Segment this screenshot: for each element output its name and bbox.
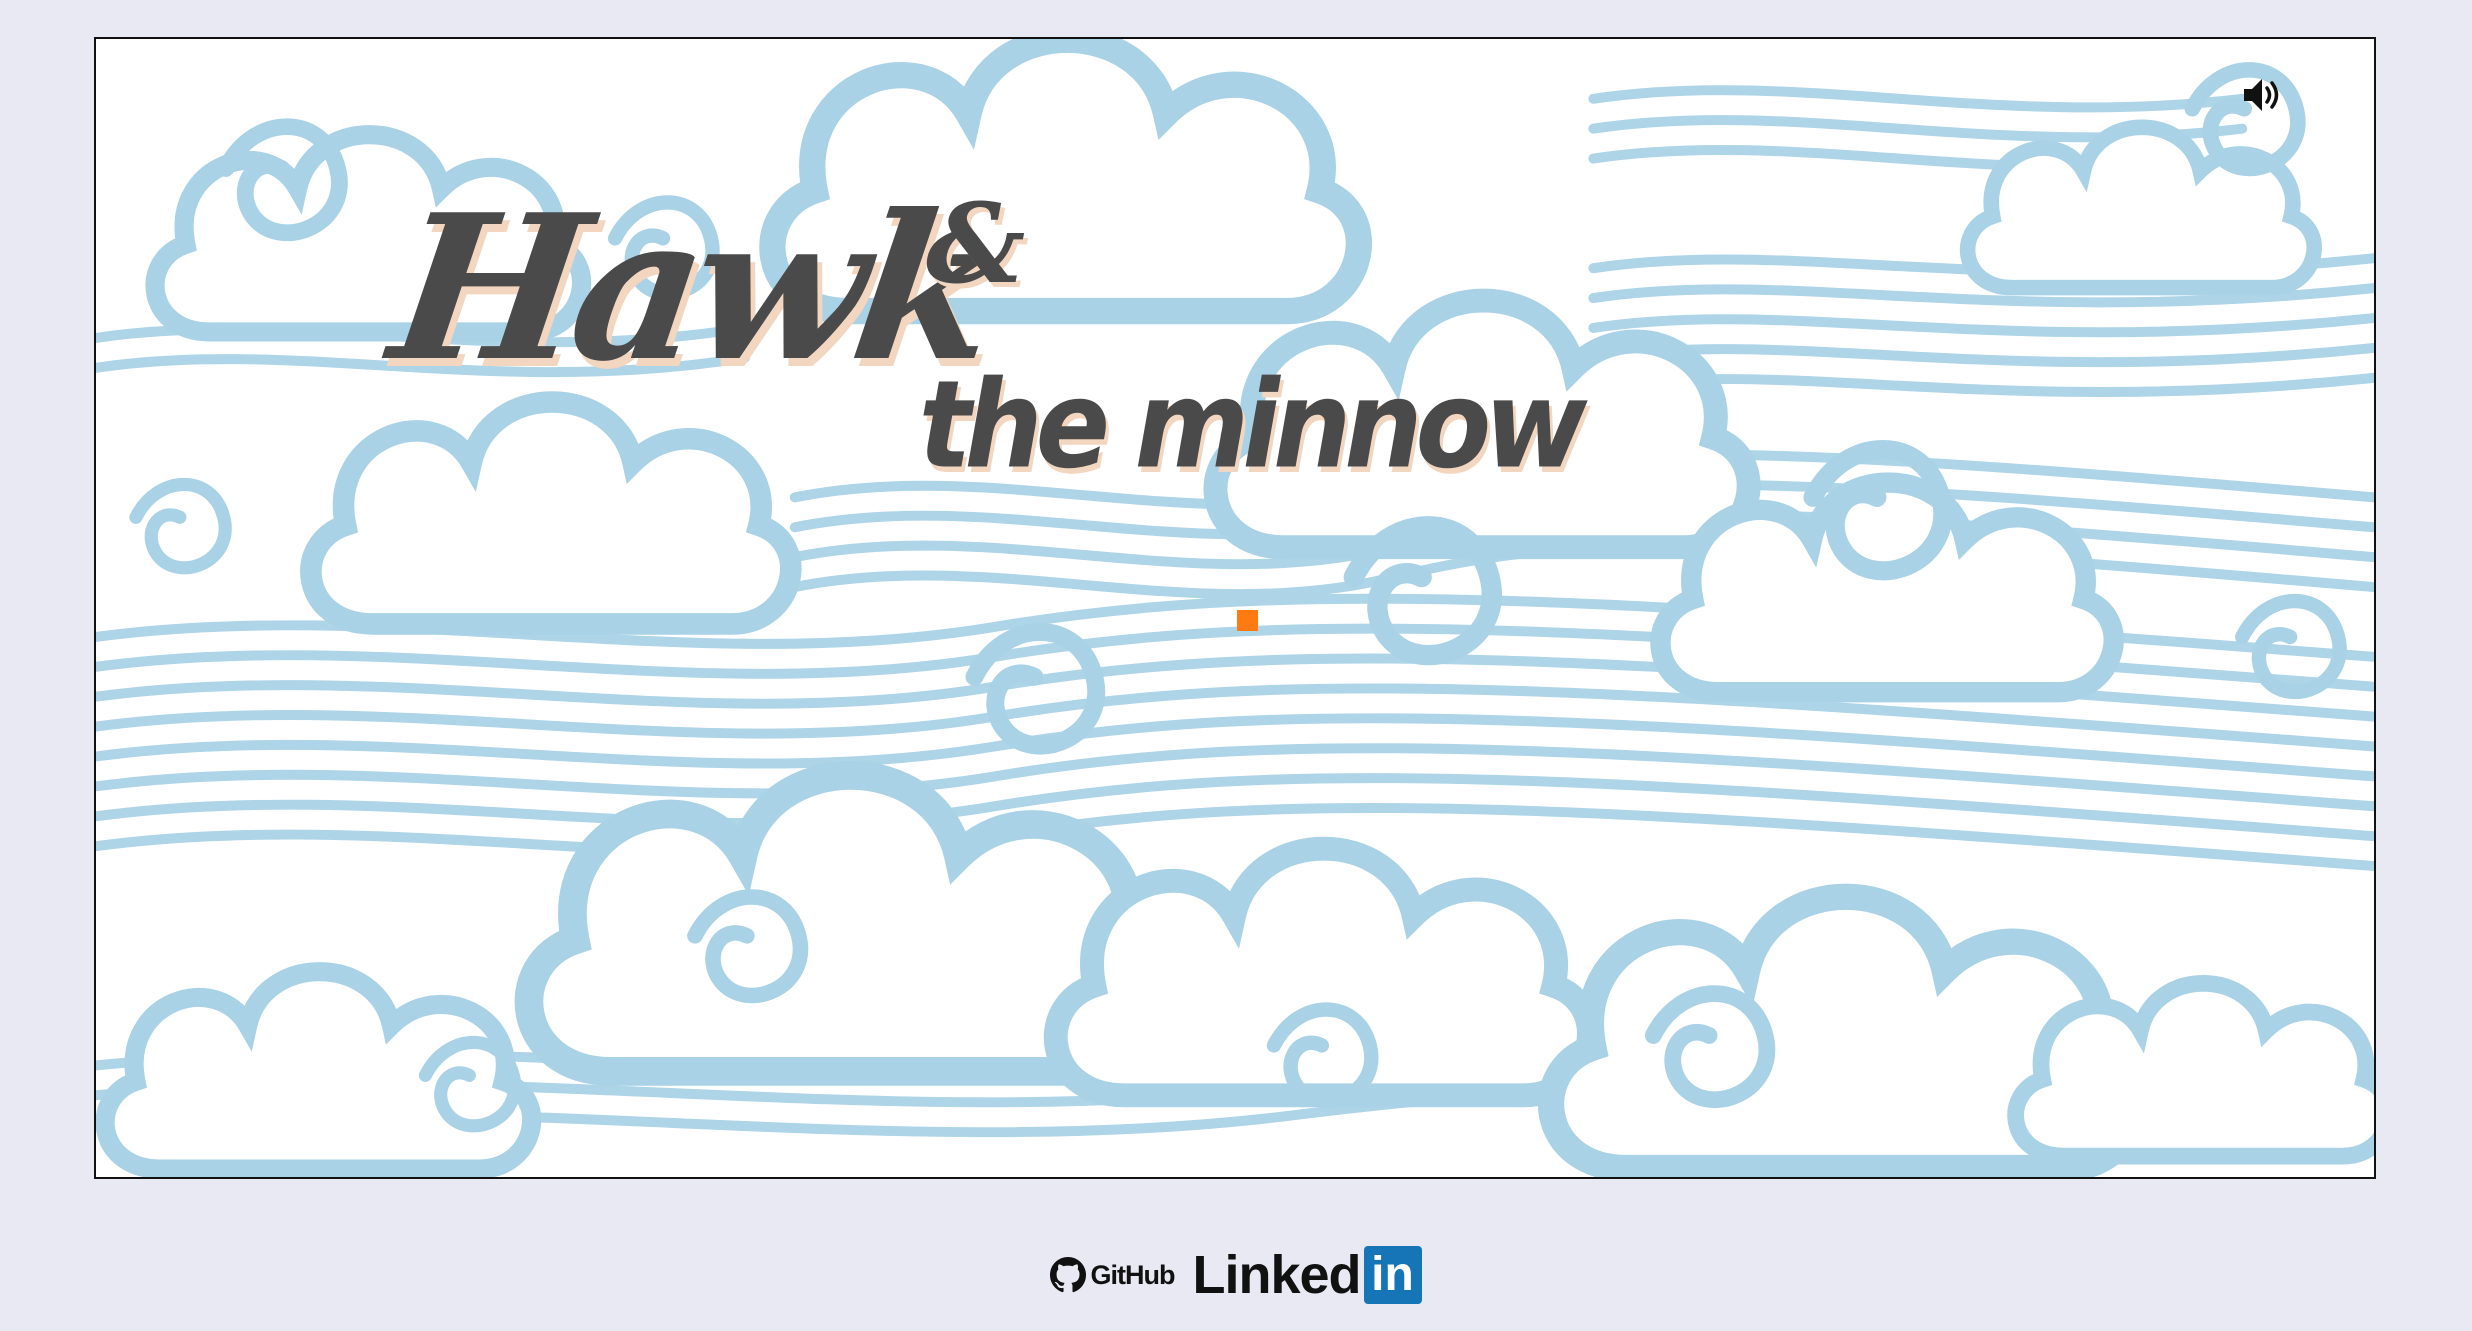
- speaker-icon: [2244, 79, 2279, 111]
- title-ampersand: &: [926, 179, 1026, 308]
- game-canvas[interactable]: Hawk & the minnow: [94, 37, 2376, 1179]
- github-label: GitHub: [1090, 1259, 1175, 1290]
- linkedin-link[interactable]: Linked in: [1192, 1245, 1422, 1305]
- game-title-logo: Hawk & the minnow: [380, 171, 1593, 509]
- sound-toggle-button[interactable]: [2240, 73, 2284, 117]
- player-minnow: [1237, 610, 1258, 631]
- github-link[interactable]: GitHub: [1050, 1257, 1175, 1293]
- title-the-minnow: the minnow: [907, 354, 1593, 495]
- title-hawk: Hawk: [379, 171, 1002, 406]
- footer-links: GitHub Linked in: [0, 1240, 2472, 1310]
- github-icon: [1050, 1257, 1087, 1293]
- linkedin-in-icon: in: [1363, 1246, 1422, 1304]
- linkedin-label: Linked: [1192, 1245, 1361, 1305]
